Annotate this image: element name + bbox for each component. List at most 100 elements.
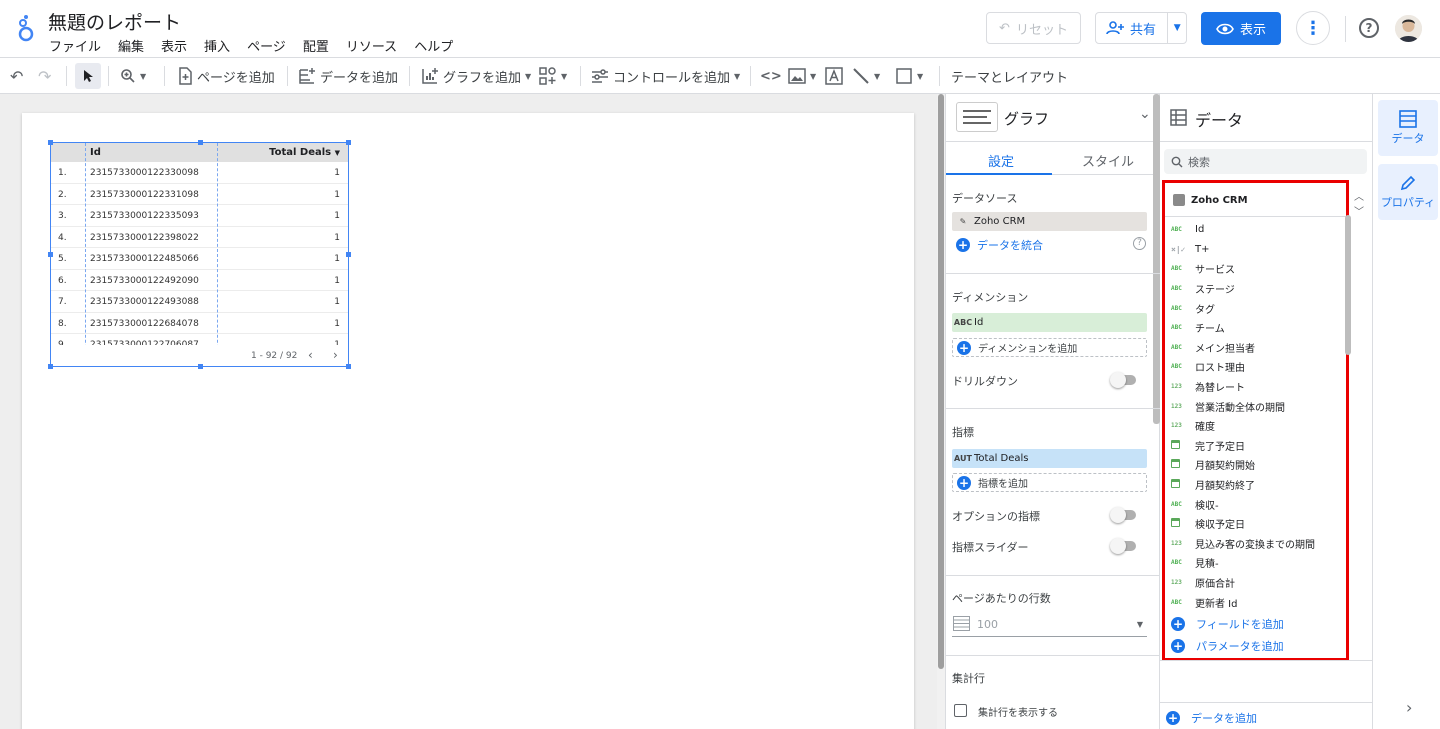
blend-data-link[interactable]: + データを統合 (956, 237, 1043, 253)
drilldown-toggle[interactable] (1110, 372, 1136, 388)
field-item[interactable]: ABC タグ (1171, 298, 1347, 318)
summary-row-checkbox[interactable] (954, 704, 967, 717)
data-source-header[interactable]: Zoho CRM (1173, 194, 1248, 206)
add-field-link[interactable]: + フィールドを追加 (1171, 616, 1284, 632)
table-row[interactable]: 7. 2315733000122493088 1 (51, 291, 348, 313)
line-button[interactable]: ▼ (852, 58, 880, 94)
add-metric-button[interactable]: + 指標を追加 (952, 473, 1147, 492)
chart-type-selector[interactable]: グラフ ⌄ (946, 94, 1160, 142)
resize-handle[interactable] (198, 364, 203, 369)
resize-handle[interactable] (48, 252, 53, 257)
tab-setup[interactable]: 設定 (988, 151, 1014, 170)
rail-data-button[interactable]: データ (1378, 100, 1438, 156)
panel-scrollbar[interactable] (1153, 94, 1160, 424)
add-control-button[interactable]: コントロールを追加 ▼ (591, 58, 740, 94)
column-header-id[interactable]: Id (90, 147, 101, 158)
field-item[interactable]: ABC チーム (1171, 318, 1347, 338)
add-data-button[interactable]: データを追加 (298, 58, 398, 94)
image-button[interactable]: ▼ (788, 58, 816, 94)
field-item[interactable]: 123 為替レート (1171, 377, 1347, 397)
menu-view[interactable]: 表示 (161, 36, 187, 55)
field-search-input[interactable]: 検索 (1164, 149, 1367, 174)
table-row[interactable]: 1. 2315733000122330098 1 (51, 162, 348, 184)
embed-url-icon[interactable]: <> (760, 58, 782, 94)
field-item[interactable]: ABC ステージ (1171, 279, 1347, 299)
menu-help[interactable]: ヘルプ (414, 36, 453, 55)
data-source-chip[interactable]: ✎ Zoho CRM (952, 212, 1147, 231)
field-item[interactable]: ABC 検収- (1171, 494, 1347, 514)
zoom-button[interactable]: ▼ (120, 58, 146, 94)
theme-layout-button[interactable]: テーマとレイアウト (951, 58, 1068, 94)
field-item[interactable]: 完了予定日 (1171, 436, 1347, 456)
chevron-down-icon[interactable]: ⌄ (1139, 106, 1151, 122)
text-box-icon[interactable] (825, 58, 843, 94)
resize-handle[interactable] (346, 140, 351, 145)
reset-button[interactable]: ↶ リセット (986, 12, 1081, 44)
metric-chip[interactable]: AUT Total Deals (952, 449, 1147, 468)
column-header-total-deals[interactable]: Total Deals ▼ (269, 147, 340, 158)
pencil-icon[interactable]: ✎ (952, 217, 974, 226)
menu-insert[interactable]: 挿入 (204, 36, 230, 55)
view-button[interactable]: 表示 (1201, 12, 1281, 45)
more-options-icon[interactable]: ⋮ (1296, 11, 1330, 45)
help-icon[interactable]: ? (1359, 18, 1379, 38)
table-row[interactable]: 2. 2315733000122331098 1 (51, 184, 348, 205)
resize-handle[interactable] (48, 140, 53, 145)
rail-properties-button[interactable]: プロパティ (1378, 164, 1438, 220)
shape-button[interactable]: ▼ (895, 58, 923, 94)
resize-handle[interactable] (198, 140, 203, 145)
field-item[interactable]: ABC メイン担当者 (1171, 338, 1347, 358)
community-viz-button[interactable]: ▼ (539, 58, 567, 94)
field-item[interactable]: ABC サービス (1171, 259, 1347, 279)
field-item[interactable]: 123 確度 (1171, 416, 1347, 436)
add-page-button[interactable]: ページを追加 (177, 58, 275, 94)
field-item[interactable]: ABC Id (1171, 220, 1347, 240)
table-chart[interactable]: Id Total Deals ▼ 1. 2315733000122330098 1 2… (50, 142, 349, 367)
field-item[interactable]: 123 営業活動全体の期間 (1171, 396, 1347, 416)
rows-per-page-select[interactable]: 100 ▼ (952, 613, 1147, 637)
field-item[interactable]: 123 見込み客の変換までの期間 (1171, 534, 1347, 554)
table-row[interactable]: 8. 2315733000122684078 1 (51, 313, 348, 334)
redo-icon[interactable]: ↷ (38, 58, 51, 94)
field-item[interactable]: 検収予定日 (1171, 514, 1347, 534)
menu-file[interactable]: ファイル (49, 36, 101, 55)
table-row[interactable]: 6. 2315733000122492090 1 (51, 270, 348, 291)
menu-arrange[interactable]: 配置 (303, 36, 329, 55)
add-dimension-button[interactable]: + ディメンションを追加 (952, 338, 1147, 357)
add-chart-button[interactable]: グラフを追加 ▼ (421, 58, 531, 94)
table-row[interactable]: 3. 2315733000122335093 1 (51, 205, 348, 227)
next-page-icon[interactable]: › (333, 348, 338, 362)
add-data-link[interactable]: + データを追加 (1166, 710, 1257, 726)
resize-handle[interactable] (346, 364, 351, 369)
table-row[interactable]: 4. 2315733000122398022 1 (51, 227, 348, 248)
avatar[interactable] (1395, 15, 1422, 42)
select-pointer-icon[interactable] (75, 63, 101, 89)
undo-icon[interactable]: ↶ (10, 58, 23, 94)
share-dropdown-icon[interactable]: ▼ (1168, 23, 1186, 33)
scrollbar-thumb[interactable] (938, 94, 944, 669)
resize-handle[interactable] (346, 252, 351, 257)
field-item[interactable]: ABC 見積- (1171, 553, 1347, 573)
menu-resource[interactable]: リソース (346, 36, 397, 55)
menu-page[interactable]: ページ (247, 36, 286, 55)
canvas-scrollbar[interactable] (937, 94, 945, 729)
report-title[interactable]: 無題のレポート (48, 8, 181, 35)
field-list-scrollbar[interactable] (1345, 215, 1351, 355)
menu-edit[interactable]: 編集 (118, 36, 144, 55)
chevron-right-icon[interactable]: › (1406, 698, 1412, 717)
table-row[interactable]: 5. 2315733000122485066 1 (51, 248, 348, 270)
dimension-chip[interactable]: ABC Id (952, 313, 1147, 332)
prev-page-icon[interactable]: ‹ (308, 348, 313, 362)
resize-handle[interactable] (48, 364, 53, 369)
optional-metrics-toggle[interactable] (1110, 507, 1136, 523)
field-item[interactable]: ×|✓ T+ (1171, 240, 1347, 260)
field-item[interactable]: ABC 更新者 Id (1171, 592, 1347, 612)
metric-slider-toggle[interactable] (1110, 538, 1136, 554)
field-item[interactable]: 月額契約開始 (1171, 455, 1347, 475)
help-icon[interactable]: ? (1133, 237, 1146, 250)
field-item[interactable]: ABC ロスト理由 (1171, 357, 1347, 377)
add-parameter-link[interactable]: + パラメータを追加 (1171, 638, 1284, 654)
share-button[interactable]: 共有 ▼ (1095, 12, 1187, 44)
field-item[interactable]: 123 原価合計 (1171, 573, 1347, 593)
looker-studio-logo-icon[interactable] (16, 13, 36, 43)
